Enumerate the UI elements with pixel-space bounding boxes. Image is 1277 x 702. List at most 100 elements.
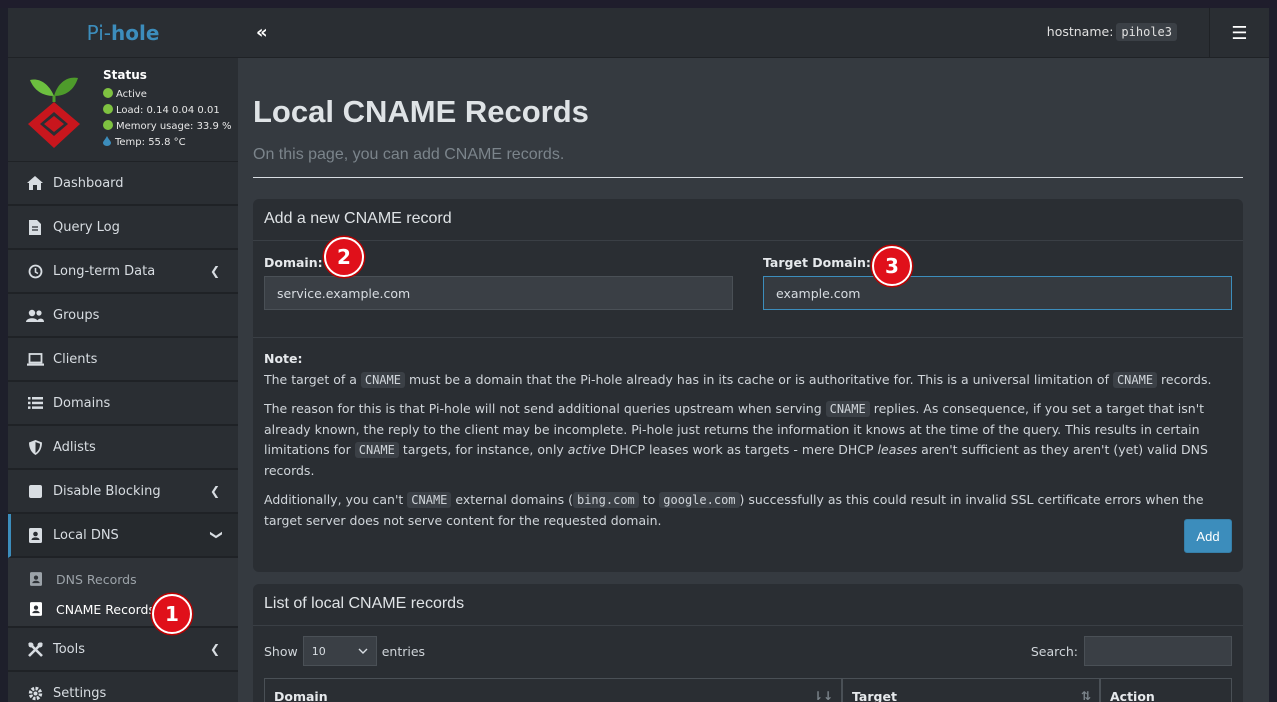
add-cname-card: Add a new CNAME record Domain: service.e… (253, 199, 1243, 572)
status-memory: Memory usage: 33.9 % (103, 119, 232, 135)
status-dot-icon (103, 120, 113, 130)
note-divider (253, 337, 1243, 338)
note-code: CNAME (407, 492, 452, 508)
note-text: to (638, 492, 660, 507)
home-icon (26, 175, 44, 191)
tools-icon (26, 641, 44, 657)
main-content: Local CNAME Records On this page, you ca… (238, 58, 1269, 702)
title-divider (253, 177, 1243, 178)
domain-label: Domain: (264, 255, 323, 270)
chevron-left-icon: ❮ (209, 264, 220, 278)
shield-icon (26, 439, 44, 455)
show-label: Show (264, 643, 298, 659)
sidebar-item-label: Tools (53, 641, 86, 657)
page-subtitle: On this page, you can add CNAME records. (253, 146, 565, 163)
brand-part1: Pi- (86, 20, 111, 45)
brand-logo[interactable]: Pi-hole (8, 8, 238, 58)
cname-list-card-title: List of local CNAME records (253, 584, 1243, 626)
sidebar-item-adlists[interactable]: Adlists (8, 426, 238, 470)
note-text: must be a domain that the Pi-hole alread… (404, 371, 1113, 387)
column-header-action: Action (1100, 679, 1232, 702)
entries-label: entries (381, 643, 426, 659)
table-search: Search: (1031, 636, 1232, 666)
stop-icon (26, 483, 44, 499)
chevron-down-icon (358, 648, 368, 654)
sidebar-item-clients[interactable]: Clients (8, 338, 238, 382)
column-header-label: Domain (274, 689, 328, 702)
gear-icon (26, 685, 44, 701)
add-button[interactable]: Add (1184, 519, 1232, 553)
sidebar-item-dashboard[interactable]: Dashboard (8, 162, 238, 206)
status-panel: Status Active Load: 0.14 0.04 0.01 Memor… (8, 58, 238, 162)
sidebar-menu: Dashboard Query Log Long-term Data ❮ Gro… (8, 162, 238, 558)
note-text: Additionally, you can't (264, 492, 408, 507)
note-text: The reason for this is that Pi-hole will… (264, 401, 826, 416)
sidebar-item-label: Domains (53, 395, 111, 411)
sidebar: Pi-hole Status Active Load: 0.14 0.04 0.… (8, 8, 238, 702)
top-header: « hostname: pihole3 ☰ (238, 8, 1269, 58)
sidebar-item-settings[interactable]: Settings (8, 672, 238, 702)
address-book-icon (30, 602, 44, 616)
temperature-drop-icon (103, 136, 111, 146)
app-frame: Pi-hole Status Active Load: 0.14 0.04 0.… (8, 8, 1269, 702)
menu-hamburger-icon[interactable]: ☰ (1209, 8, 1269, 58)
sidebar-item-query-log[interactable]: Query Log (8, 206, 238, 250)
chevron-left-icon: ❮ (209, 484, 220, 498)
hostname-info: hostname: pihole3 (1047, 23, 1177, 41)
sidebar-toggle-button[interactable]: « (256, 22, 268, 43)
list-icon (26, 395, 44, 411)
annotation-marker-1: 1 (152, 594, 192, 634)
domain-input[interactable]: service.example.com (264, 276, 733, 310)
sub-item-cname-records[interactable]: CNAME Records (8, 594, 238, 624)
search-input[interactable] (1084, 636, 1232, 666)
entries-select[interactable]: 10 (302, 636, 377, 666)
status-active-text: Active (116, 89, 147, 100)
note-text: The target of a (264, 371, 361, 387)
sort-icon: ⇅ (1080, 689, 1091, 702)
history-icon (26, 263, 44, 279)
sidebar-item-long-term-data[interactable]: Long-term Data ❮ (8, 250, 238, 294)
cname-list-card: List of local CNAME records Show 10 entr… (253, 584, 1243, 702)
add-cname-card-title: Add a new CNAME record (253, 199, 1243, 241)
sidebar-item-domains[interactable]: Domains (8, 382, 238, 426)
note-text: records. (1157, 371, 1212, 387)
chevron-down-icon: ❮ (207, 529, 222, 541)
sub-item-label: DNS Records (56, 571, 137, 587)
status-dot-icon (103, 104, 113, 114)
sidebar-item-tools[interactable]: Tools ❮ (8, 628, 238, 672)
sidebar-item-label: Dashboard (53, 175, 124, 191)
address-book-icon (30, 572, 44, 586)
note-title: Note: (264, 351, 303, 366)
note-code: CNAME (360, 371, 405, 388)
table-header-row: Domain ⇂↓ Target ⇅ Action (264, 678, 1232, 702)
sidebar-item-groups[interactable]: Groups (8, 294, 238, 338)
sidebar-item-label: Disable Blocking (53, 483, 161, 499)
note-text: external domains ( (451, 492, 573, 507)
note-block: Note: The target of a CNAME must be a do… (264, 349, 1234, 540)
sidebar-item-disable-blocking[interactable]: Disable Blocking ❮ (8, 470, 238, 514)
file-icon (26, 219, 44, 235)
sidebar-item-label: Settings (53, 685, 107, 701)
note-emphasis: active (567, 442, 606, 457)
note-paragraph-3: Additionally, you can't CNAME external d… (264, 490, 1234, 531)
column-header-target[interactable]: Target ⇅ (842, 679, 1100, 702)
target-domain-label: Target Domain: (763, 255, 871, 270)
status-temp-text: Temp: 55.8 °C (115, 137, 186, 148)
hostname-value: pihole3 (1116, 23, 1177, 41)
sub-item-dns-records[interactable]: DNS Records (8, 564, 238, 594)
local-dns-submenu: DNS Records CNAME Records (8, 558, 238, 628)
sidebar-item-label: Local DNS (53, 527, 119, 543)
status-temp: Temp: 55.8 °C (103, 135, 232, 151)
sidebar-menu-lower: Tools ❮ Settings (8, 628, 238, 702)
note-code: CNAME (354, 442, 399, 458)
column-header-domain[interactable]: Domain ⇂↓ (264, 679, 842, 702)
laptop-icon (26, 351, 44, 367)
address-book-icon (26, 527, 44, 543)
sidebar-item-local-dns[interactable]: Local DNS ❮ (8, 514, 238, 558)
note-paragraph-2: The reason for this is that Pi-hole will… (264, 399, 1234, 481)
users-icon (26, 307, 44, 323)
sidebar-item-label: Adlists (53, 439, 96, 455)
note-code: CNAME (1112, 371, 1158, 388)
target-domain-input[interactable]: example.com (763, 276, 1232, 310)
column-header-label: Action (1110, 689, 1155, 702)
